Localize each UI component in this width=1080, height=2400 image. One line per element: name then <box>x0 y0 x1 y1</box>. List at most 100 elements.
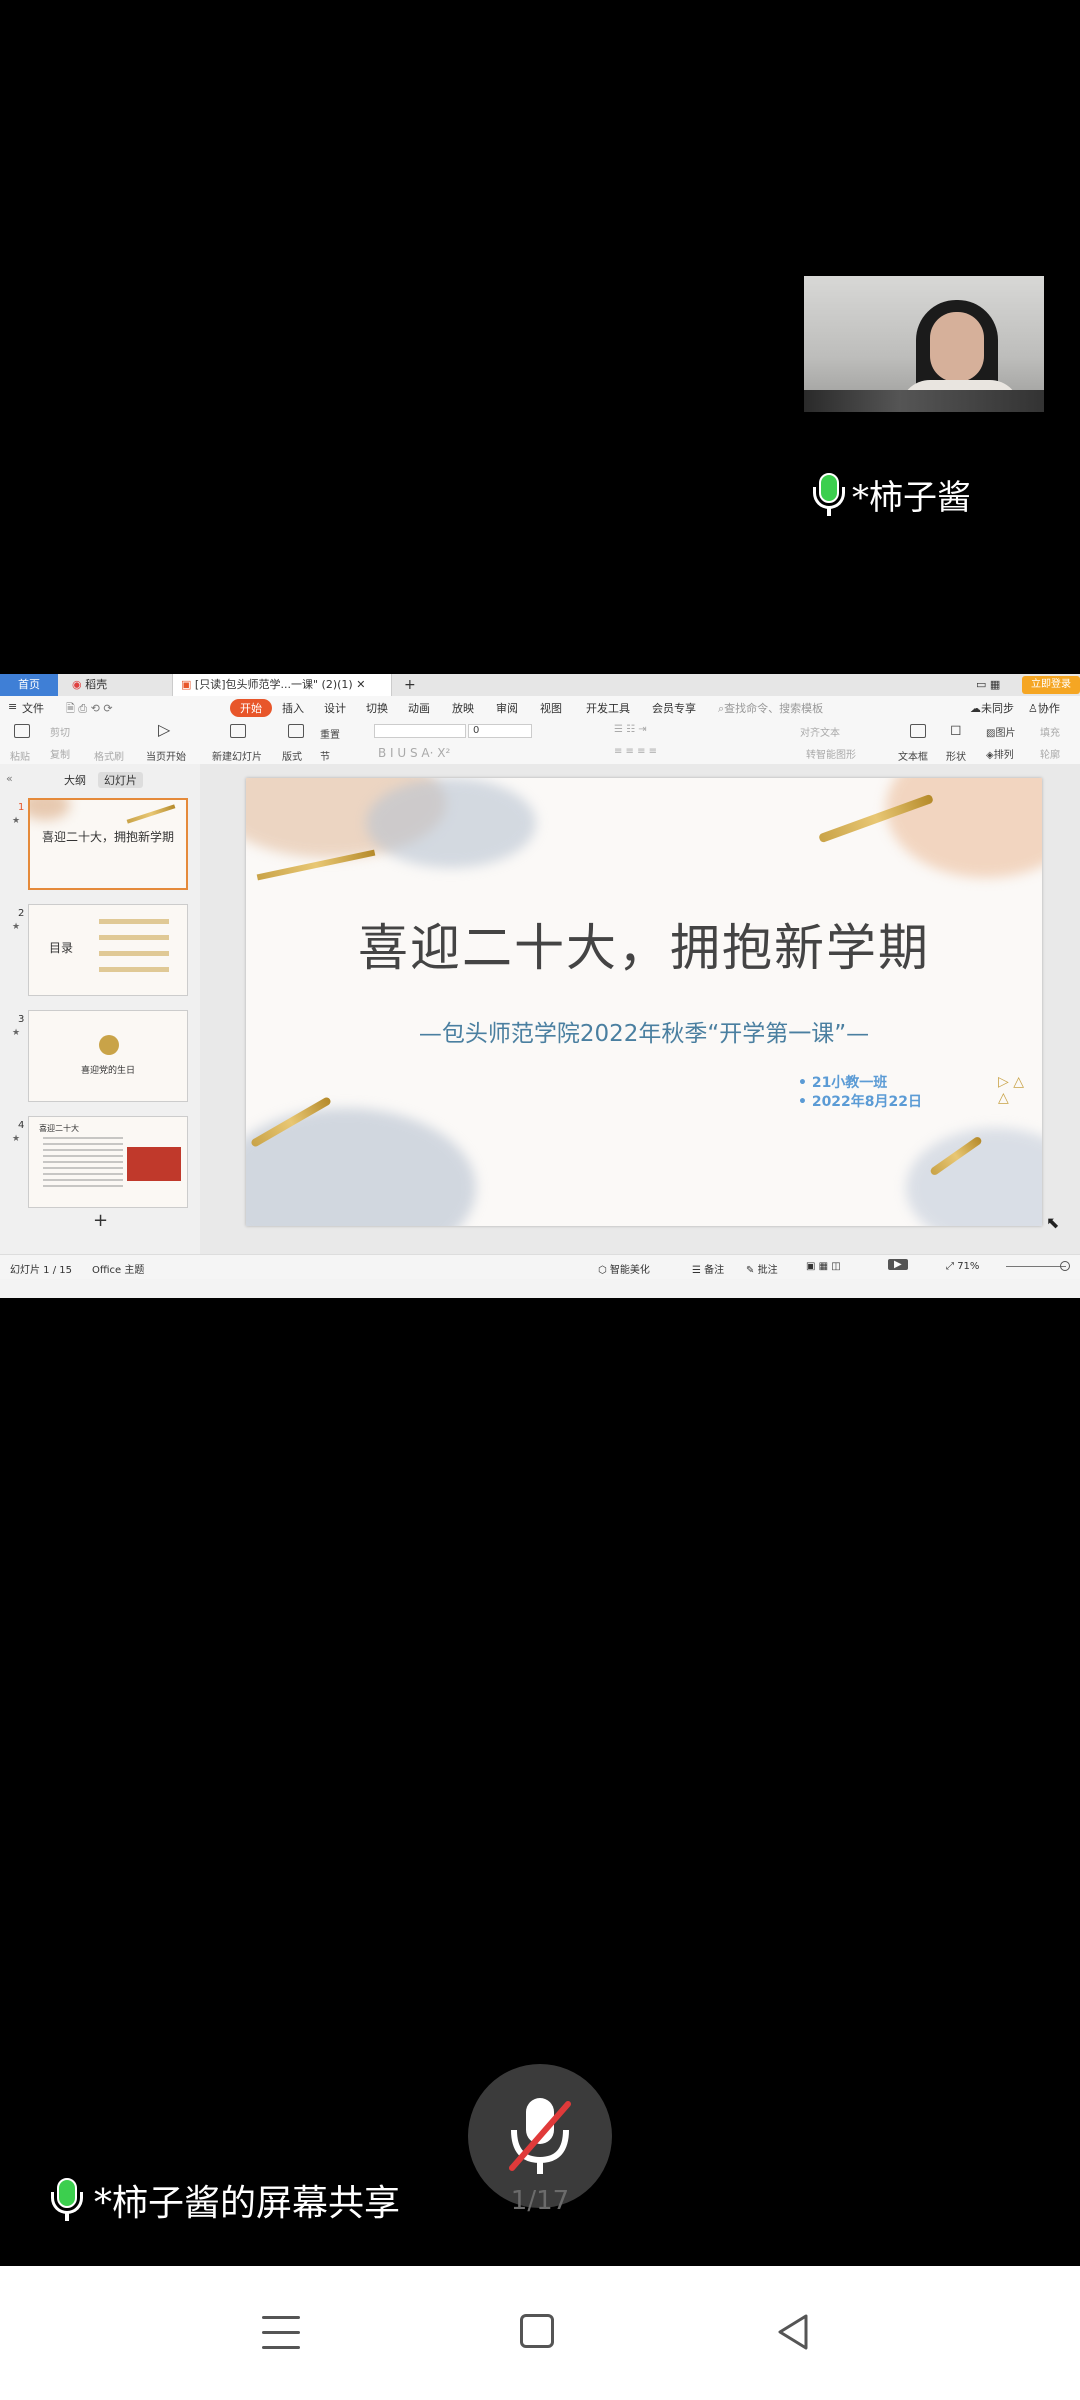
section-button[interactable]: 节 <box>320 748 330 763</box>
textbox-icon[interactable] <box>910 724 926 738</box>
picture-button[interactable]: ▨图片 <box>986 724 1015 739</box>
tab-draft[interactable]: ◉ 稻壳 <box>64 674 174 696</box>
page-counter: 1/17 <box>510 2186 570 2216</box>
notes-button[interactable]: ☰ 备注 <box>692 1261 724 1276</box>
collapse-pane-icon[interactable]: « <box>6 772 13 785</box>
zoom-level[interactable]: ⤢ 71% <box>946 1261 979 1272</box>
tab-document[interactable]: ▣ [只读]包头师范学...一课" (2)(1) ✕ <box>172 674 392 696</box>
bullet-text: 2022年8月22日 <box>811 1094 923 1110</box>
smart-beautify-button[interactable]: ⬡ 智能美化 <box>598 1261 650 1276</box>
shape-icon[interactable]: ◻ <box>950 722 962 738</box>
menu-review[interactable]: 审阅 <box>496 700 518 716</box>
notes-label: 备注 <box>704 1265 725 1276</box>
cut-button[interactable]: 剪切 <box>50 724 70 739</box>
paste-button[interactable]: 粘贴 <box>10 748 30 763</box>
back-icon[interactable] <box>774 2312 814 2352</box>
list-icons[interactable]: ☰ ☷ ⇥ <box>614 724 647 735</box>
slide-pane: « 大纲 幻灯片 1 ★ 喜迎二十大，拥抱新学期 2 ★ 目录 3 ★ 喜迎党的… <box>0 764 201 1254</box>
view-mode-icons[interactable]: ▣ ▦ ◫ <box>806 1261 841 1272</box>
collab-button[interactable]: ♙协作 <box>1028 700 1060 716</box>
tab-close-icon[interactable]: ✕ <box>356 678 365 691</box>
reset-button[interactable]: 重置 <box>320 726 340 741</box>
text-format-icons[interactable]: B I U S A· X² <box>378 746 450 760</box>
participant-label: *柿子酱 <box>810 470 971 519</box>
shape-button[interactable]: 形状 <box>946 748 966 763</box>
window-layout-icon[interactable]: ▭ ▦ <box>968 674 1008 696</box>
command-search[interactable]: ⌕查找命令、搜索模板 <box>718 700 823 716</box>
new-slide-button[interactable]: 新建幻灯片 <box>212 748 262 763</box>
outline-button[interactable]: 轮廓 <box>1040 746 1060 761</box>
menu-file[interactable]: 文件 <box>22 700 44 716</box>
align-text-button[interactable]: 对齐文本 <box>800 724 840 739</box>
comment-button[interactable]: ✎ 批注 <box>746 1261 778 1276</box>
smart-shape-button[interactable]: 转智能图形 <box>806 746 856 761</box>
paste-icon[interactable] <box>14 724 30 738</box>
bullet-item: • 2022年8月22日 <box>798 1094 923 1110</box>
from-start-button[interactable]: 当页开始 <box>146 748 186 763</box>
menu-insert[interactable]: 插入 <box>282 700 304 716</box>
current-slide[interactable]: 喜迎二十大，拥抱新学期 —包头师范学院2022年秋季“开学第一课”— • 21小… <box>246 778 1042 1226</box>
menu-bar: ≡ 文件 🗎 ⎙ ⟲ ⟳ 开始 插入 设计 切换 动画 放映 审阅 视图 开发工… <box>0 696 1080 718</box>
slide-thumbnail-4[interactable]: 喜迎二十大 <box>28 1116 188 1208</box>
zoom-slider[interactable] <box>1006 1266 1066 1267</box>
tab-bar: 首页 ◉ 稻壳 ▣ [只读]包头师范学...一课" (2)(1) ✕ + ▭ ▦… <box>0 674 1080 697</box>
tab-slides[interactable]: 幻灯片 <box>98 772 143 788</box>
paragraph-align-icons[interactable]: ≡ ≡ ≡ ≡ <box>614 746 657 757</box>
participant-name: *柿子酱 <box>852 478 971 518</box>
menu-play[interactable]: 放映 <box>452 700 474 716</box>
menu-animate[interactable]: 动画 <box>408 700 430 716</box>
play-slideshow-icon[interactable]: ▶ <box>888 1259 908 1270</box>
participant-video[interactable] <box>804 276 1044 412</box>
new-slide-icon[interactable] <box>230 724 246 738</box>
tab-outline[interactable]: 大纲 <box>64 772 86 788</box>
recent-apps-icon[interactable] <box>262 2316 300 2350</box>
tab-draft-label: 稻壳 <box>85 678 108 691</box>
login-button[interactable]: 立即登录 <box>1022 676 1080 694</box>
layout-icon[interactable] <box>288 724 304 738</box>
theme-name: Office 主题 <box>92 1265 145 1276</box>
person-icon: ♙ <box>1028 702 1038 715</box>
shared-screen[interactable]: 首页 ◉ 稻壳 ▣ [只读]包头师范学...一课" (2)(1) ✕ + ▭ ▦… <box>0 674 1080 1298</box>
format-painter-button[interactable]: 格式刷 <box>94 748 124 763</box>
textbox-button[interactable]: 文本框 <box>898 748 928 763</box>
bullet-item: • 21小教一班 <box>798 1075 888 1091</box>
menu-dev[interactable]: 开发工具 <box>586 700 630 716</box>
font-name-select[interactable] <box>374 724 466 738</box>
tab-home[interactable]: 首页 <box>0 674 58 696</box>
home-icon[interactable] <box>520 2314 554 2348</box>
menu-start[interactable]: 开始 <box>230 699 272 717</box>
menu-vip[interactable]: 会员专享 <box>652 700 696 716</box>
hamburger-icon[interactable]: ≡ <box>8 700 17 713</box>
thumb-title: 目录 <box>49 941 74 955</box>
thumb-title: 喜迎二十大 <box>39 1124 79 1133</box>
tab-document-label: [只读]包头师范学...一课" (2)(1) <box>194 678 353 691</box>
sync-status[interactable]: ☁未同步 <box>970 700 1014 716</box>
font-size-select[interactable]: 0 <box>468 724 532 738</box>
thumb-anim-icon: ★ <box>12 1028 21 1038</box>
new-tab-button[interactable]: + <box>396 674 424 696</box>
thumb-anim-icon: ★ <box>12 1134 21 1144</box>
zoom-slider-thumb[interactable] <box>1060 1261 1070 1271</box>
slide-thumbnail-2[interactable]: 目录 <box>28 904 188 996</box>
play-from-start-icon[interactable]: ▷ <box>158 720 170 739</box>
menu-switch[interactable]: 切换 <box>366 700 388 716</box>
menu-view[interactable]: 视图 <box>540 700 562 716</box>
slide-thumbnail-1[interactable]: 喜迎二十大，拥抱新学期 <box>28 798 188 890</box>
video-background-bar <box>804 390 1044 412</box>
slide-subtitle: —包头师范学院2022年秋季“开学第一课”— <box>418 1021 870 1047</box>
video-face <box>930 312 984 382</box>
comment-icon: ✎ <box>746 1265 755 1276</box>
slide-thumbnail-3[interactable]: 喜迎党的生日 <box>28 1010 188 1102</box>
thumb-number: 4 <box>18 1120 25 1131</box>
menu-design[interactable]: 设计 <box>324 700 346 716</box>
arrange-button[interactable]: ◈排列 <box>986 746 1014 761</box>
arrange-icon: ◈ <box>986 750 994 761</box>
fill-button[interactable]: 填充 <box>1040 724 1060 739</box>
arrange-label: 排列 <box>993 750 1014 761</box>
quick-access-icons[interactable]: 🗎 ⎙ ⟲ ⟳ <box>66 700 113 719</box>
slide-title: 喜迎二十大，拥抱新学期 <box>358 919 930 977</box>
add-slide-button[interactable]: + <box>93 1210 108 1231</box>
copy-button[interactable]: 复制 <box>50 746 70 761</box>
screen-share-label: *柿子酱的屏幕共享 <box>48 2174 400 2226</box>
layout-button[interactable]: 版式 <box>282 748 302 763</box>
